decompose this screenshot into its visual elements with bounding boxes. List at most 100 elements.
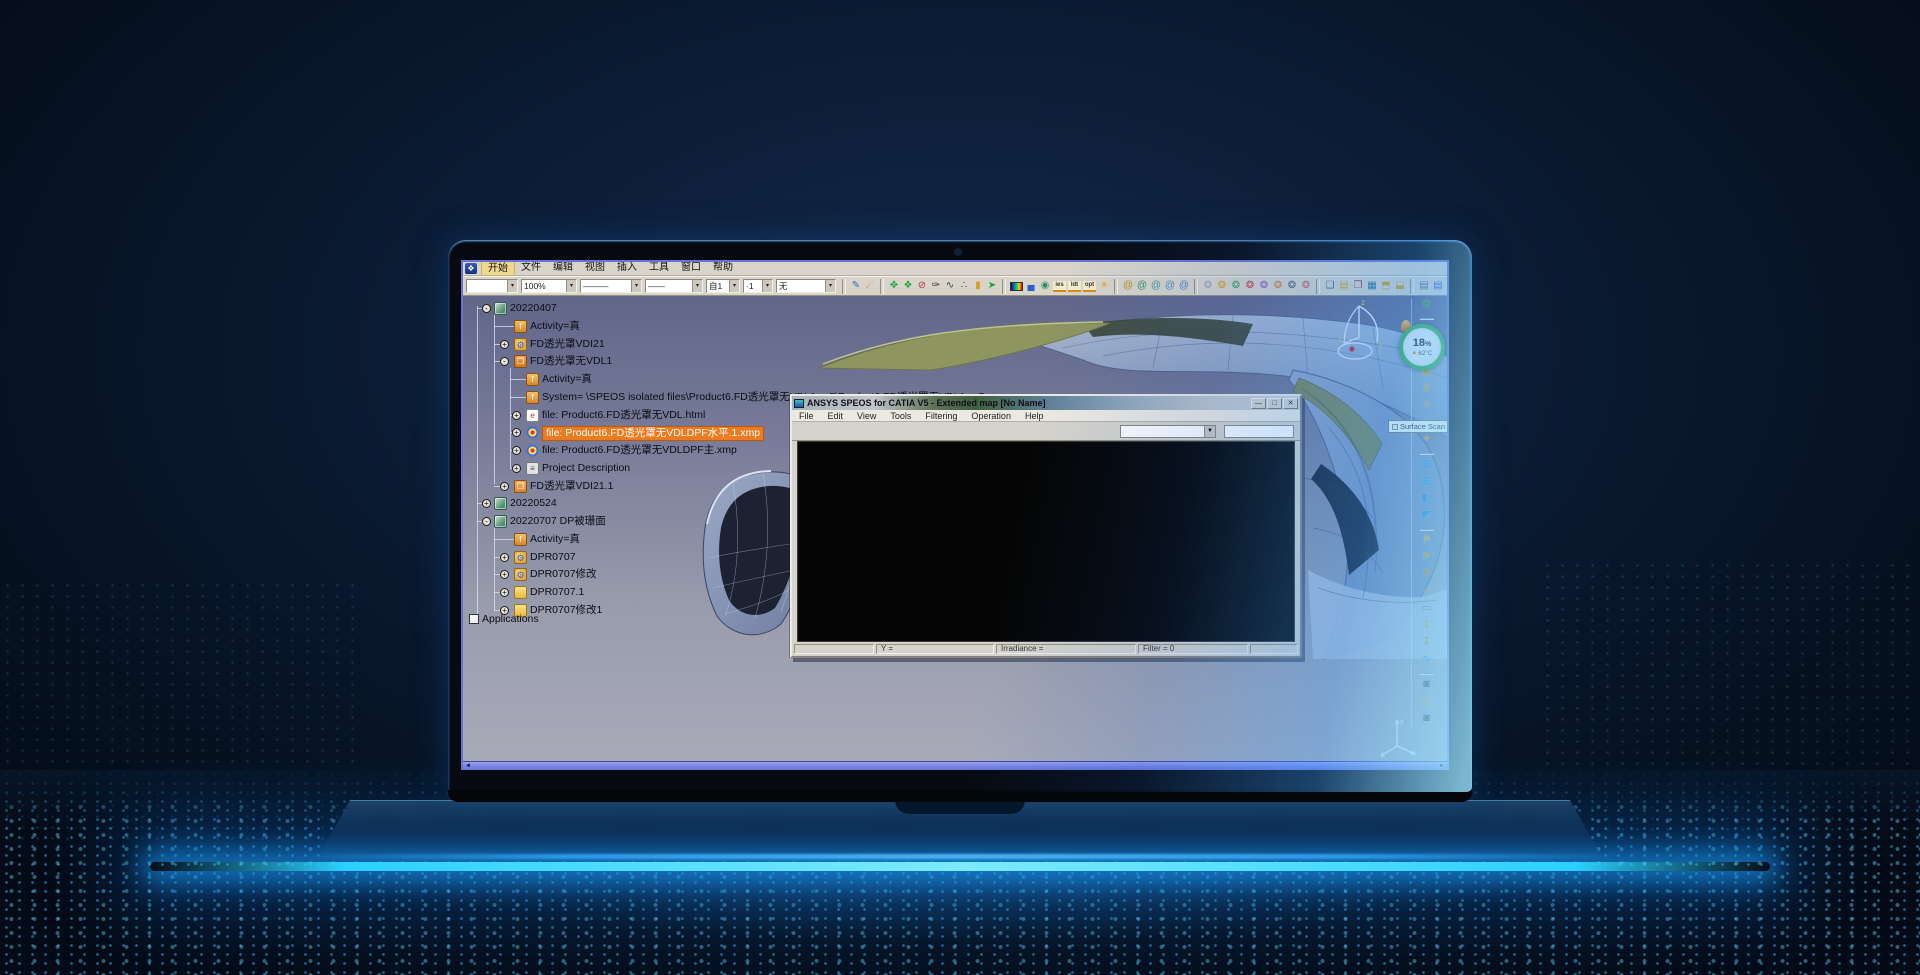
flag-icon-3[interactable]: ⚑ bbox=[1419, 568, 1435, 585]
dialog-menu-help[interactable]: Help bbox=[1018, 411, 1051, 421]
coil-source-icon-2[interactable]: @ bbox=[1135, 278, 1149, 294]
point-style-arrow-icon[interactable]: ▾ bbox=[762, 280, 772, 292]
line-type-arrow-icon[interactable]: ▾ bbox=[631, 280, 641, 292]
sensor-fan-icon-3[interactable]: ❂ bbox=[1229, 278, 1243, 294]
pen-icon[interactable]: ✑ bbox=[929, 278, 943, 294]
dialog-menu-tools[interactable]: Tools bbox=[883, 411, 918, 421]
ldt-file-chip[interactable]: ldt bbox=[1068, 281, 1081, 292]
dialog-title-bar[interactable]: ANSYS SPEOS for CATIA V5 - Extended map … bbox=[792, 396, 1300, 410]
wave-icon[interactable]: ∿ bbox=[1419, 653, 1435, 670]
line-type-combo[interactable]: ———▾ bbox=[580, 279, 642, 293]
maximize-button[interactable]: □ bbox=[1267, 398, 1282, 409]
sensor-fan-icon-1[interactable]: ❂ bbox=[1201, 278, 1215, 294]
crown-icon[interactable]: ♛ bbox=[1419, 382, 1435, 399]
points-icon[interactable]: ∴ bbox=[957, 278, 971, 294]
tree-expander[interactable]: + bbox=[512, 411, 521, 420]
grid-icon-2[interactable]: ▦ bbox=[1419, 475, 1435, 492]
tree-item[interactable]: fActivity=真 bbox=[463, 371, 1447, 387]
grid-icon-1[interactable]: ▦ bbox=[1419, 458, 1435, 475]
print-icon-1[interactable]: ▤ bbox=[1417, 278, 1431, 294]
camera-icon-1[interactable]: ◙ bbox=[1419, 678, 1435, 695]
combo-arrow-icon[interactable]: ▼ bbox=[1204, 426, 1215, 437]
tree-item[interactable]: -❒FD透光罩无VDL1 bbox=[463, 353, 1447, 369]
close-button[interactable]: ✕ bbox=[1283, 398, 1298, 409]
sun-source-icon[interactable]: ☀ bbox=[1097, 278, 1111, 294]
sensor-fan-icon-8[interactable]: ❂ bbox=[1299, 278, 1313, 294]
camera-icon-2[interactable]: ◙ bbox=[1419, 712, 1435, 729]
coil-source-icon-3[interactable]: @ bbox=[1149, 278, 1163, 294]
histogram-icon[interactable]: ▄ bbox=[1024, 278, 1038, 294]
tree-expander[interactable]: + bbox=[500, 340, 509, 349]
result-map-icon[interactable]: ▦ bbox=[1365, 278, 1379, 294]
tree-item[interactable]: +⚙FD透光罩VDI21 bbox=[463, 336, 1447, 352]
print-icon-2[interactable]: ▤ bbox=[1431, 278, 1445, 294]
frame-icon[interactable]: ▭ bbox=[1419, 602, 1435, 619]
map-type-combo[interactable]: ▼ bbox=[1120, 425, 1216, 438]
tree-item[interactable]: fActivity=真 bbox=[463, 318, 1447, 334]
menu-item-4[interactable]: 视图 bbox=[579, 261, 611, 276]
tree-expander[interactable]: + bbox=[512, 446, 521, 455]
opt-file-chip[interactable]: opt bbox=[1083, 281, 1096, 292]
dialog-menu-view[interactable]: View bbox=[850, 411, 883, 421]
tree-expander[interactable]: + bbox=[500, 570, 509, 579]
line-type-2-arrow-icon[interactable]: ▾ bbox=[692, 280, 702, 292]
tree-expander[interactable]: + bbox=[482, 499, 491, 508]
point-style-combo[interactable]: ·1▾ bbox=[743, 279, 773, 293]
open-folder-icon[interactable]: ▤ bbox=[1337, 278, 1351, 294]
tree-expander[interactable]: - bbox=[482, 517, 491, 526]
painter-icon[interactable]: ☄ bbox=[863, 278, 877, 294]
zoom-level-combo[interactable]: 100%▾ bbox=[521, 279, 577, 293]
print-icon-3[interactable]: ▤ bbox=[1445, 278, 1449, 294]
fit-all-icon[interactable]: ❖ bbox=[901, 278, 915, 294]
scroll-right-icon[interactable]: ► bbox=[1437, 762, 1447, 770]
graphic-color-combo[interactable]: ▾ bbox=[466, 279, 518, 293]
target-icon[interactable]: ◎ bbox=[1419, 695, 1435, 712]
measure-icon[interactable]: ▮ bbox=[971, 278, 985, 294]
folder-in-icon[interactable]: ⬓ bbox=[1393, 278, 1407, 294]
value-field[interactable] bbox=[1224, 425, 1294, 438]
import-icon-1[interactable]: ↧ bbox=[1419, 619, 1435, 636]
render-style-arrow-icon[interactable]: ▾ bbox=[825, 280, 835, 292]
sensor-fan-icon-5[interactable]: ❂ bbox=[1257, 278, 1271, 294]
flag-icon-2[interactable]: ⚑ bbox=[1419, 551, 1435, 568]
leaf-icon[interactable]: ✿ bbox=[1419, 298, 1435, 315]
line-weight-combo[interactable]: 自1▾ bbox=[706, 279, 740, 293]
catia-app-icon[interactable]: ❖ bbox=[465, 263, 477, 274]
menu-item-7[interactable]: 窗口 bbox=[675, 261, 707, 276]
sensor-fan-icon-6[interactable]: ❂ bbox=[1271, 278, 1285, 294]
coil-source-icon-1[interactable]: @ bbox=[1121, 278, 1135, 294]
no-show-icon[interactable]: ⊘ bbox=[915, 278, 929, 294]
tree-expander[interactable]: - bbox=[482, 304, 491, 313]
book-icon[interactable]: ❐ bbox=[1351, 278, 1365, 294]
cube-icon[interactable]: ◩ bbox=[1419, 509, 1435, 526]
prism-icon[interactable]: ◧ bbox=[1419, 492, 1435, 509]
folder-out-icon[interactable]: ⬒ bbox=[1379, 278, 1393, 294]
render-style-combo[interactable]: 无▾ bbox=[776, 279, 836, 293]
minimize-button[interactable]: — bbox=[1251, 398, 1266, 409]
menu-item-8[interactable]: 帮助 bbox=[707, 261, 739, 276]
coil-source-icon-5[interactable]: @ bbox=[1177, 278, 1191, 294]
zoom-level-arrow-icon[interactable]: ▾ bbox=[566, 280, 576, 292]
tree-expander[interactable]: - bbox=[500, 357, 509, 366]
flag-icon-1[interactable]: ⚑ bbox=[1419, 534, 1435, 551]
new-window-icon[interactable]: ❏ bbox=[1323, 278, 1337, 294]
tree-expander[interactable]: + bbox=[500, 588, 509, 597]
dialog-menu-file[interactable]: File bbox=[792, 411, 821, 421]
extended-map-canvas[interactable] bbox=[797, 441, 1295, 642]
spline-icon[interactable]: ∿ bbox=[943, 278, 957, 294]
menu-item-2[interactable]: 文件 bbox=[515, 261, 547, 276]
colormap-icon[interactable] bbox=[1010, 282, 1023, 291]
menu-item-5[interactable]: 插入 bbox=[611, 261, 643, 276]
applications-node[interactable]: Applications bbox=[469, 613, 539, 625]
bee-icon[interactable]: ✶ bbox=[1419, 399, 1435, 416]
sensor-fan-icon-7[interactable]: ❂ bbox=[1285, 278, 1299, 294]
horizontal-scrollbar[interactable]: ◄ ► bbox=[463, 761, 1447, 770]
ies-file-chip[interactable]: ies bbox=[1053, 281, 1066, 292]
globe-icon[interactable]: ◉ bbox=[1038, 278, 1052, 294]
sensor-fan-icon-4[interactable]: ❂ bbox=[1243, 278, 1257, 294]
tree-expander[interactable]: + bbox=[512, 428, 521, 437]
tree-expander[interactable]: + bbox=[512, 464, 521, 473]
gear-icon[interactable]: ✦ bbox=[1419, 433, 1435, 450]
snap-icon[interactable]: ➤ bbox=[985, 278, 999, 294]
tree-expander[interactable]: + bbox=[500, 553, 509, 562]
